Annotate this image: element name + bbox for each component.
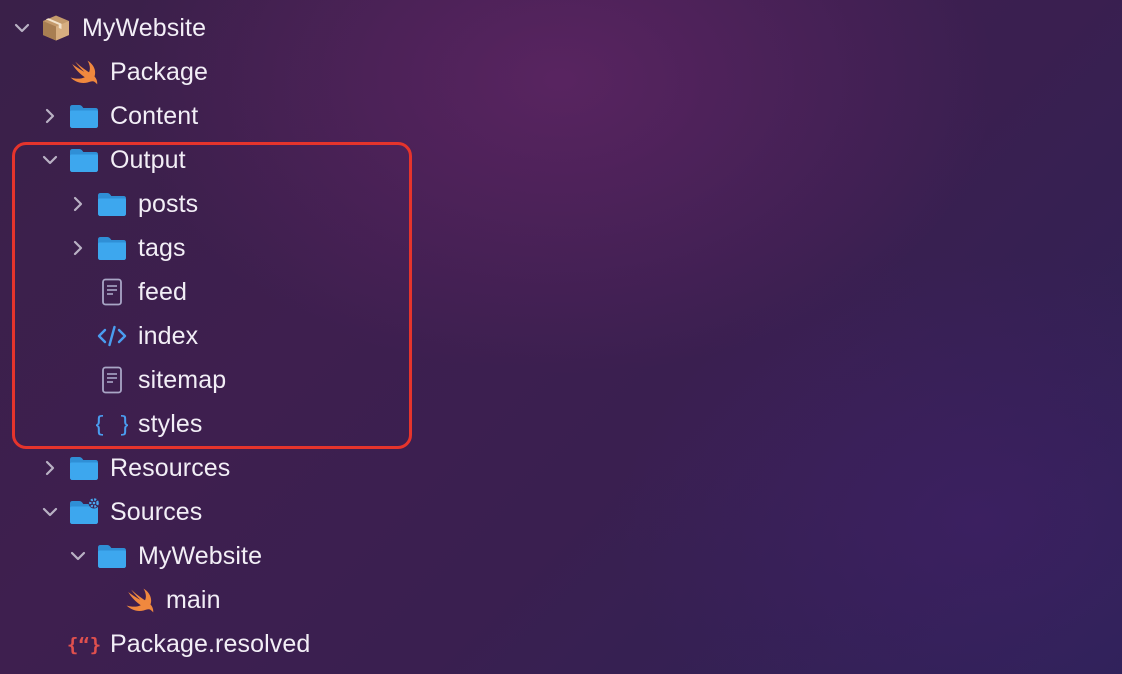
tree-row-sitemap[interactable]: sitemap xyxy=(0,358,700,402)
tree-row-sources[interactable]: Sources xyxy=(0,490,700,534)
chevron-right-icon[interactable] xyxy=(68,194,88,214)
tree-row-mywebsite-folder[interactable]: MyWebsite xyxy=(0,534,700,578)
chevron-down-icon[interactable] xyxy=(40,502,60,522)
tree-row-content[interactable]: Content xyxy=(0,94,700,138)
chevron-right-icon[interactable] xyxy=(68,238,88,258)
chevron-right-icon[interactable] xyxy=(40,458,60,478)
braces-icon xyxy=(96,410,128,438)
tree-row-posts[interactable]: posts xyxy=(0,182,700,226)
tree-row-tags[interactable]: tags xyxy=(0,226,700,270)
folder-icon xyxy=(68,102,100,130)
json-icon xyxy=(68,630,100,658)
tree-row-label: MyWebsite xyxy=(82,14,207,42)
folder-icon xyxy=(68,454,100,482)
folder-icon xyxy=(96,542,128,570)
swift-icon xyxy=(68,58,100,86)
tree-row-label: Output xyxy=(110,146,186,174)
tree-row-label: Package.resolved xyxy=(110,630,311,658)
tree-row-label: Sources xyxy=(110,498,203,526)
settings-folder-icon xyxy=(68,498,100,526)
tree-row-label: sitemap xyxy=(138,366,227,394)
tree-row-label: feed xyxy=(138,278,188,306)
chevron-down-icon[interactable] xyxy=(12,18,32,38)
folder-icon xyxy=(68,146,100,174)
tree-row-mywebsite-package[interactable]: MyWebsite xyxy=(0,6,700,50)
document-icon xyxy=(96,278,128,306)
chevron-down-icon[interactable] xyxy=(40,150,60,170)
project-navigator: MyWebsite Package Content Output posts t… xyxy=(0,0,1122,674)
folder-icon xyxy=(96,234,128,262)
tree-row-label: styles xyxy=(138,410,203,438)
tree-row-label: main xyxy=(166,586,221,614)
code-icon xyxy=(96,322,128,350)
document-icon xyxy=(96,366,128,394)
swift-icon xyxy=(124,586,156,614)
tree-row-output[interactable]: Output xyxy=(0,138,700,182)
tree-row-label: Resources xyxy=(110,454,231,482)
tree-row-label: Content xyxy=(110,102,199,130)
tree-row-feed[interactable]: feed xyxy=(0,270,700,314)
tree-row-package[interactable]: Package xyxy=(0,50,700,94)
tree-row-label: posts xyxy=(138,190,199,218)
chevron-right-icon[interactable] xyxy=(40,106,60,126)
tree-row-label: Package xyxy=(110,58,208,86)
tree-row-resources[interactable]: Resources xyxy=(0,446,700,490)
tree-row-main[interactable]: main xyxy=(0,578,700,622)
tree-row-label: index xyxy=(138,322,199,350)
tree-row-styles[interactable]: styles xyxy=(0,402,700,446)
tree-row-label: MyWebsite xyxy=(138,542,263,570)
chevron-down-icon[interactable] xyxy=(68,546,88,566)
tree-row-index[interactable]: index xyxy=(0,314,700,358)
package-icon xyxy=(40,14,72,42)
tree-row-label: tags xyxy=(138,234,186,262)
tree-row-package-resolved[interactable]: Package.resolved xyxy=(0,622,700,666)
folder-icon xyxy=(96,190,128,218)
